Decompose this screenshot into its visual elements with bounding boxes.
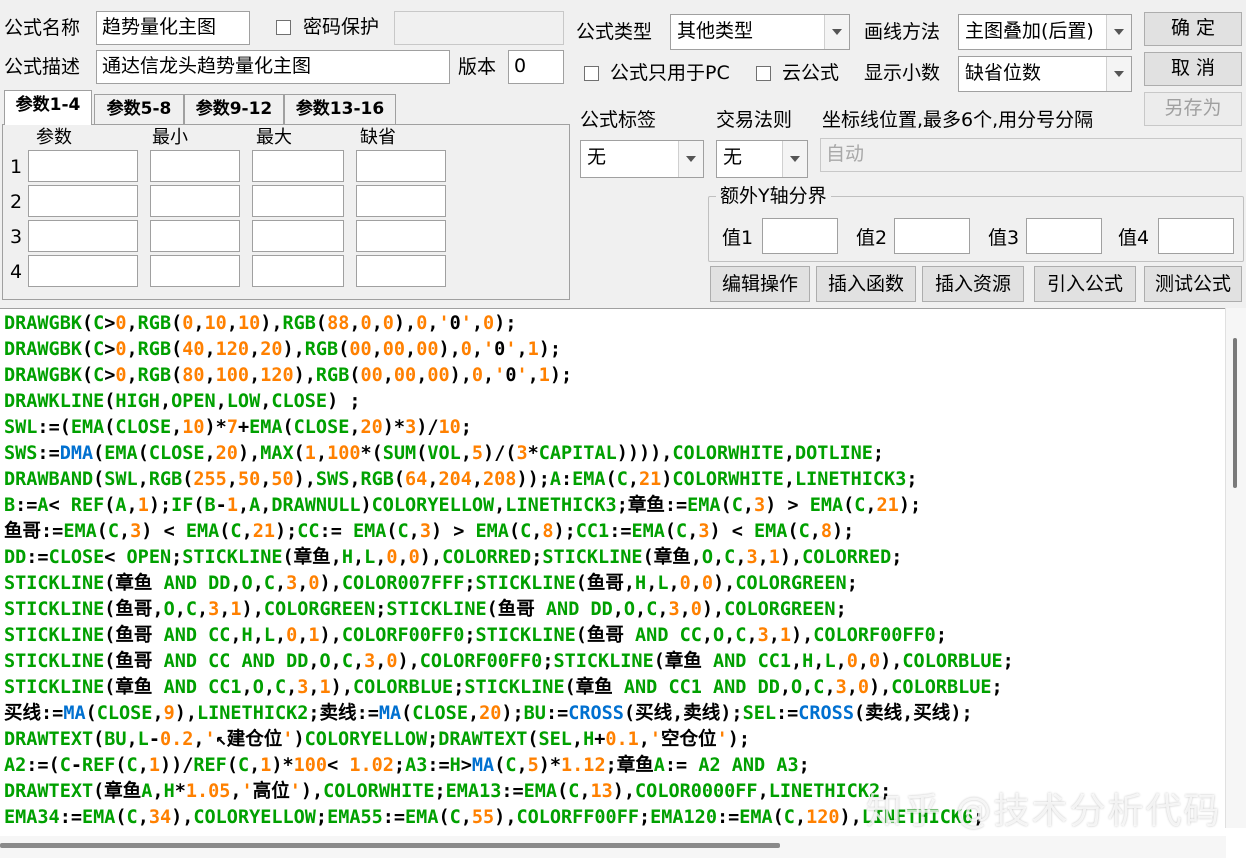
extra-y-axis-label: 额外Y轴分界 (716, 184, 831, 208)
password-label: 密码保护 (303, 16, 380, 38)
param-max-input[interactable] (252, 220, 344, 252)
param-min-input[interactable] (150, 150, 240, 182)
value1-label: 值1 (722, 227, 754, 249)
param-row-number: 1 (10, 156, 23, 178)
axis-position-input[interactable]: 自动 (820, 138, 1242, 172)
cloud-label: 云公式 (782, 62, 840, 84)
import-formula-button[interactable]: 引入公式 (1034, 266, 1136, 302)
param-max-input[interactable] (252, 255, 344, 287)
chevron-down-icon (824, 15, 849, 49)
param-name-input[interactable] (28, 255, 138, 287)
chevron-down-icon (1106, 15, 1131, 49)
tab-params-13-16[interactable]: 参数13-16 (284, 94, 396, 124)
formula-name-input[interactable]: 趋势量化主图 (96, 11, 250, 45)
chevron-down-icon (1106, 57, 1131, 91)
watermark: 知乎 @技术分析代码 (866, 791, 1222, 832)
insert-resource-button[interactable]: 插入资源 (922, 266, 1024, 302)
formula-name-label: 公式名称 (4, 17, 81, 39)
horizontal-scrollbar[interactable] (0, 836, 1226, 858)
formula-code-text[interactable]: DRAWGBK(C>0,RGB(0,10,10),RGB(88,0,0),0,'… (4, 311, 1014, 831)
value2-label: 值2 (856, 227, 888, 249)
tab-params-9-12[interactable]: 参数9-12 (184, 94, 284, 124)
param-default-input[interactable] (356, 220, 446, 252)
cloud-checkbox[interactable] (756, 66, 771, 81)
formula-type-select[interactable]: 其他类型 (670, 14, 850, 50)
param-min-input[interactable] (150, 255, 240, 287)
password-checkbox[interactable] (276, 20, 291, 35)
edit-ops-button[interactable]: 编辑操作 (710, 266, 810, 302)
param-row-number: 4 (10, 261, 23, 283)
tab-params-5-8[interactable]: 参数5-8 (94, 94, 184, 124)
scroll-thumb[interactable] (0, 843, 780, 848)
formula-desc-label: 公式描述 (4, 56, 81, 78)
version-input[interactable]: 0 (508, 50, 564, 84)
param-name-input[interactable] (28, 185, 138, 217)
formula-tag-value: 无 (587, 146, 607, 168)
password-input[interactable] (394, 11, 564, 45)
param-default-input[interactable] (356, 255, 446, 287)
formula-desc-input[interactable]: 通达信龙头趋势量化主图 (96, 50, 450, 84)
ok-button[interactable]: 确 定 (1144, 12, 1242, 46)
value3-input[interactable] (1026, 218, 1102, 254)
param-name-input[interactable] (28, 150, 138, 182)
save-as-button[interactable]: 另存为 (1144, 92, 1242, 126)
param-header-name: 参数 (36, 127, 72, 148)
param-header-min: 最小 (152, 127, 188, 148)
draw-method-label: 画线方法 (864, 21, 941, 43)
param-min-input[interactable] (150, 220, 240, 252)
param-min-input[interactable] (150, 185, 240, 217)
test-formula-button[interactable]: 测试公式 (1144, 266, 1242, 302)
draw-method-value: 主图叠加(后置) (965, 20, 1094, 42)
value4-input[interactable] (1158, 218, 1234, 254)
value3-label: 值3 (988, 227, 1020, 249)
chevron-down-icon (678, 141, 703, 177)
param-header-default: 缺省 (360, 127, 396, 148)
value1-input[interactable] (762, 218, 838, 254)
param-row-number: 3 (10, 226, 23, 248)
param-header-max: 最大 (256, 127, 292, 148)
formula-code-editor[interactable]: DRAWGBK(C>0,RGB(0,10,10),RGB(88,0,0),0,'… (0, 308, 1246, 863)
decimal-value: 缺省位数 (965, 62, 1042, 84)
value4-label: 值4 (1118, 227, 1150, 249)
scroll-thumb[interactable] (1233, 338, 1237, 488)
axis-position-label: 坐标线位置,最多6个,用分号分隔 (822, 109, 1094, 131)
param-row-number: 2 (10, 191, 23, 213)
param-default-input[interactable] (356, 185, 446, 217)
formula-tag-select[interactable]: 无 (580, 140, 704, 178)
param-name-input[interactable] (28, 220, 138, 252)
draw-method-select[interactable]: 主图叠加(后置) (958, 14, 1132, 50)
tab-params-1-4[interactable]: 参数1-4 (4, 90, 92, 125)
trade-rule-value: 无 (723, 146, 743, 168)
chevron-down-icon (782, 141, 807, 177)
formula-tag-label: 公式标签 (580, 109, 657, 131)
insert-function-button[interactable]: 插入函数 (816, 266, 916, 302)
decimal-select[interactable]: 缺省位数 (958, 56, 1132, 92)
vertical-scrollbar[interactable] (1225, 308, 1246, 828)
formula-type-value: 其他类型 (677, 20, 754, 42)
param-max-input[interactable] (252, 185, 344, 217)
pc-only-checkbox[interactable] (584, 66, 599, 81)
cancel-button[interactable]: 取 消 (1144, 52, 1242, 86)
param-default-input[interactable] (356, 150, 446, 182)
trade-rule-select[interactable]: 无 (716, 140, 808, 178)
value2-input[interactable] (894, 218, 970, 254)
param-max-input[interactable] (252, 150, 344, 182)
version-label: 版本 (458, 56, 497, 78)
pc-only-label: 公式只用于PC (610, 62, 730, 84)
trade-rule-label: 交易法则 (716, 109, 793, 131)
formula-type-label: 公式类型 (576, 21, 653, 43)
decimal-label: 显示小数 (864, 62, 941, 84)
